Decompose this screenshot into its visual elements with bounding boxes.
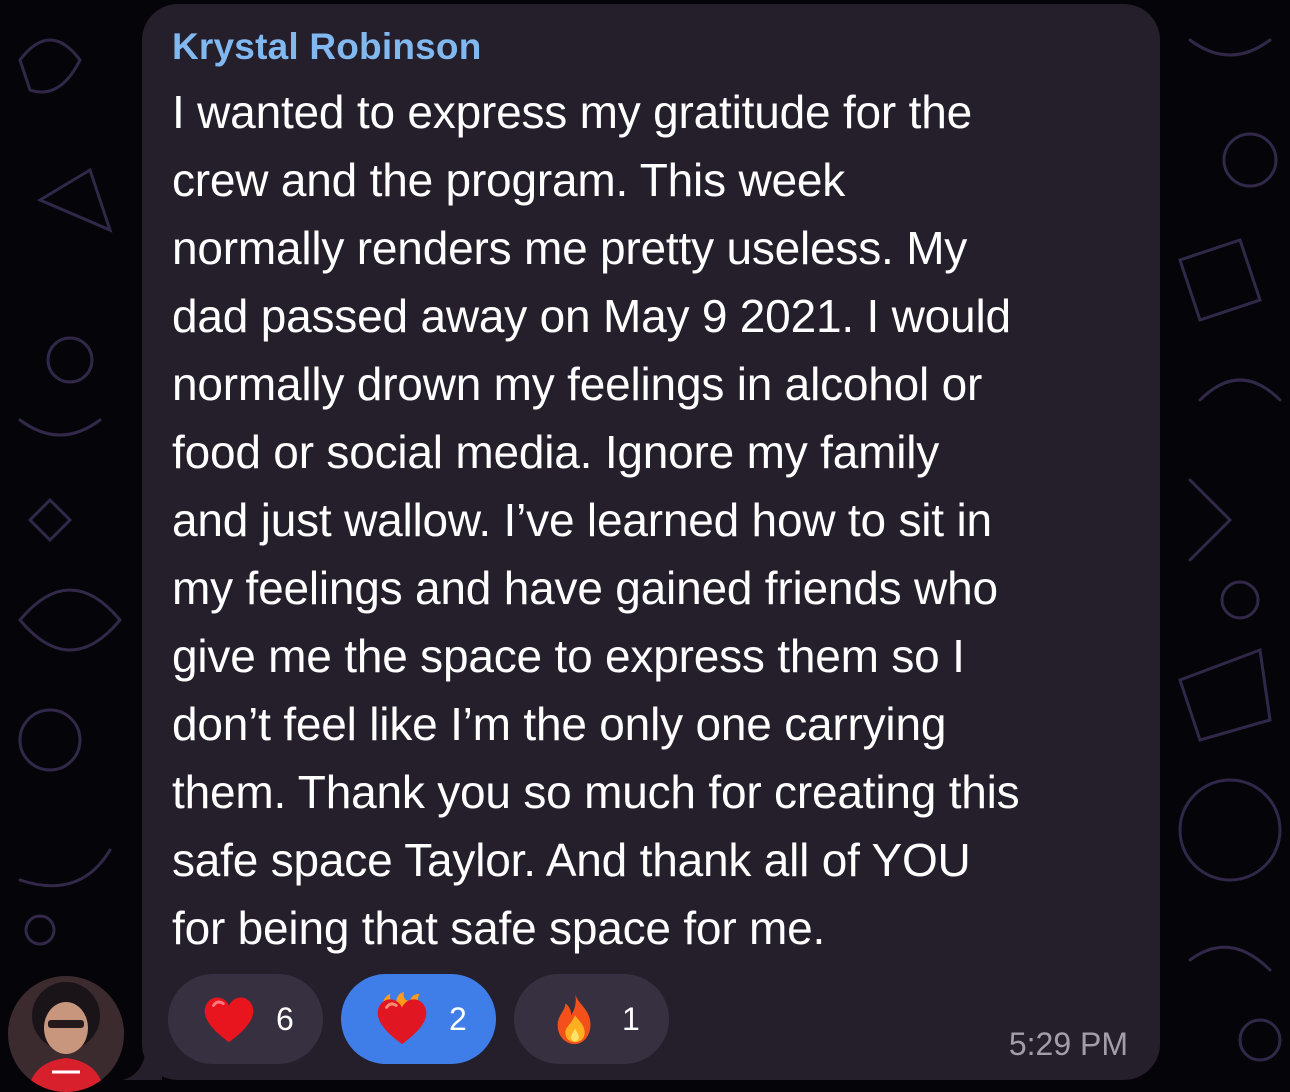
user-photo-icon: [8, 976, 124, 1092]
message-line: them. Thank you so much for creating thi…: [172, 766, 1020, 818]
message-timestamp: 5:29 PM: [1008, 1026, 1128, 1062]
message-text: I wanted to express my gratitude for the…: [172, 78, 1142, 962]
message-line: my feelings and have gained friends who: [172, 562, 998, 614]
message-line: normally drown my feelings in alcohol or: [172, 358, 983, 410]
avatar[interactable]: [8, 976, 124, 1092]
red-heart-icon: [204, 997, 254, 1043]
reaction-count: 6: [276, 1000, 294, 1037]
heart-on-fire-icon: [377, 991, 427, 1045]
message-line: don’t feel like I’m the only one carryin…: [172, 698, 947, 750]
message-bubble[interactable]: Krystal Robinson I wanted to express my …: [142, 4, 1160, 1080]
reaction-count: 1: [622, 1000, 640, 1037]
fire-icon: [557, 993, 591, 1045]
reactions-bar: 6 2 1: [168, 974, 669, 1064]
message-line: and just wallow. I’ve learned how to sit…: [172, 494, 992, 546]
message-line: normally renders me pretty useless. My: [172, 222, 968, 274]
reaction-red-heart[interactable]: 6: [168, 974, 323, 1064]
sender-name[interactable]: Krystal Robinson: [172, 26, 482, 68]
message-line: safe space Taylor. And thank all of YOU: [172, 834, 971, 886]
reaction-count: 2: [449, 1000, 467, 1037]
message-line: food or social media. Ignore my family: [172, 426, 940, 478]
message-line: for being that safe space for me.: [172, 902, 826, 954]
reaction-heart-on-fire[interactable]: 2: [341, 974, 496, 1064]
message-line: I wanted to express my gratitude for the: [172, 86, 972, 138]
message-line: crew and the program. This week: [172, 154, 846, 206]
message-line: dad passed away on May 9 2021. I would: [172, 290, 1011, 342]
message-line: give me the space to express them so I: [172, 630, 965, 682]
reaction-fire[interactable]: 1: [514, 974, 669, 1064]
